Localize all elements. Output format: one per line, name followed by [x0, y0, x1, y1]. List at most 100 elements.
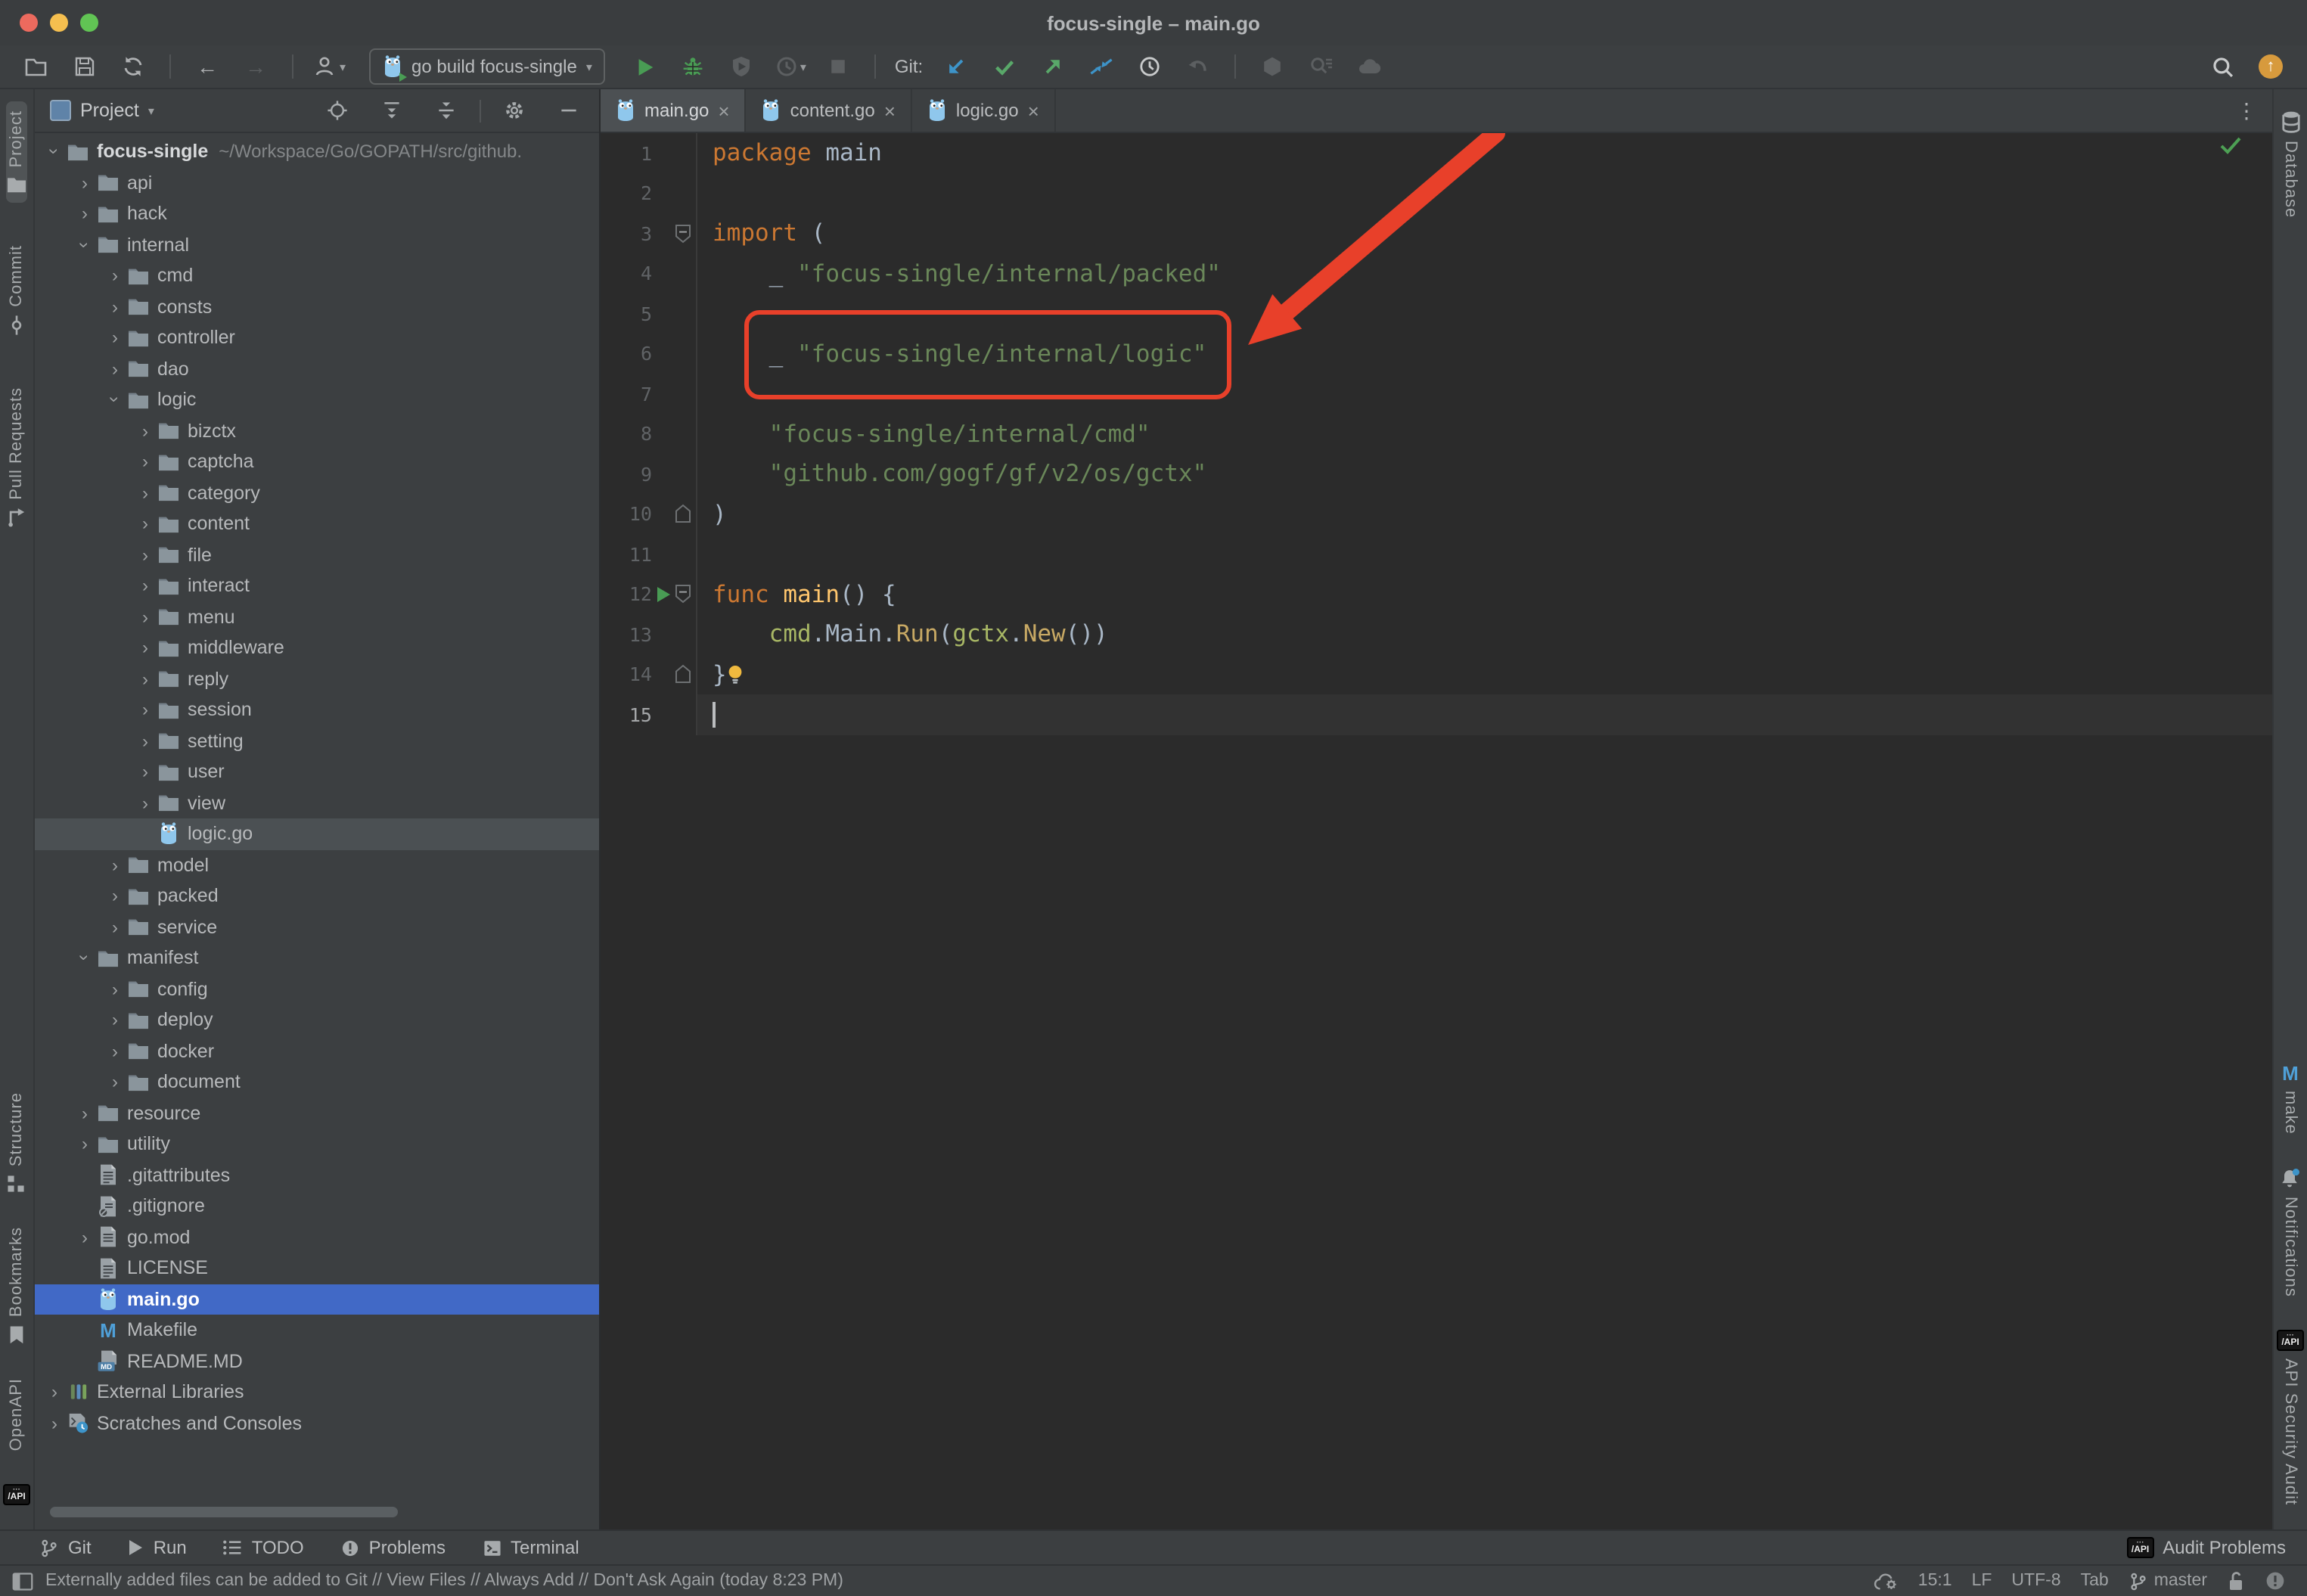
tree-item-resource[interactable]: ›resource [35, 1098, 599, 1129]
tool-bookmarks[interactable]: Bookmarks [8, 1219, 26, 1354]
chevron-right-icon[interactable]: › [74, 1104, 95, 1122]
chevron-right-icon[interactable]: › [104, 918, 126, 936]
close-icon[interactable]: × [884, 101, 896, 120]
code-editor[interactable]: 1package main23import (4 _ "focus-single… [601, 133, 2272, 1529]
code-inspection-button[interactable] [1299, 50, 1342, 83]
chevron-right-icon[interactable]: › [135, 732, 156, 750]
chevron-right-icon[interactable]: › [74, 205, 95, 223]
run-button[interactable] [624, 50, 666, 83]
tree-item-external-libraries[interactable]: ›External Libraries [35, 1377, 599, 1408]
tool-notifications[interactable]: Notifications [2279, 1158, 2302, 1306]
chevron-right-icon[interactable]: › [104, 980, 126, 998]
tree-item-view[interactable]: ›view [35, 787, 599, 818]
tree-item-document[interactable]: ›document [35, 1067, 599, 1098]
tool-git[interactable]: Git [39, 1537, 92, 1558]
tree-item-captcha[interactable]: ›captcha [35, 446, 599, 477]
git-branch[interactable]: master [2128, 1571, 2207, 1591]
tree-item-internal[interactable]: ›internal [35, 229, 599, 260]
merge-button[interactable] [1080, 50, 1122, 83]
tool-api-security-audit[interactable]: ···/APIAPI Security Audit [2277, 1321, 2303, 1514]
tree-item-go.mod[interactable]: ›go.mod [35, 1222, 599, 1253]
history-button[interactable] [1129, 50, 1171, 83]
tool-problems[interactable]: Problems [340, 1537, 446, 1558]
chevron-right-icon[interactable]: › [104, 298, 126, 316]
tree-item-utility[interactable]: ›utility [35, 1129, 599, 1160]
chevron-right-icon[interactable]: › [135, 701, 156, 719]
ide-update-badge-button[interactable]: ↑ [2250, 50, 2292, 83]
status-message[interactable]: Externally added files can be added to G… [45, 1572, 843, 1590]
tree-item-controller[interactable]: ›controller [35, 322, 599, 353]
chevron-right-icon[interactable]: › [104, 887, 126, 905]
tool-terminal[interactable]: Terminal [482, 1537, 579, 1558]
chevron-right-icon[interactable]: › [44, 1414, 65, 1433]
tree-item-makefile[interactable]: MMakefile [35, 1315, 599, 1346]
chevron-down-icon[interactable]: › [45, 141, 64, 163]
chevron-down-icon[interactable]: › [76, 948, 94, 969]
chevron-right-icon[interactable]: › [135, 453, 156, 471]
debug-button[interactable] [672, 50, 715, 83]
tab-main-go[interactable]: main.go× [601, 89, 747, 132]
tree-item-packed[interactable]: ›packed [35, 880, 599, 911]
tree-item-service[interactable]: ›service [35, 911, 599, 942]
caret-position[interactable]: 15:1 [1918, 1572, 1952, 1590]
tree-item-category[interactable]: ›category [35, 477, 599, 508]
open-project-button[interactable] [15, 50, 57, 83]
notifications-icon[interactable] [2265, 1570, 2286, 1591]
tree-item-main.go[interactable]: main.go [35, 1284, 599, 1315]
indent-style[interactable]: Tab [2081, 1572, 2109, 1590]
chevron-right-icon[interactable]: › [135, 608, 156, 626]
tool-run[interactable]: Run [128, 1537, 187, 1558]
search-everywhere-button[interactable] [2201, 50, 2243, 83]
tab-logic-go[interactable]: logic.go× [912, 89, 1056, 132]
stop-button[interactable] [818, 50, 860, 83]
chevron-right-icon[interactable]: › [104, 1011, 126, 1029]
chevron-right-icon[interactable]: › [74, 174, 95, 192]
tool-database[interactable]: Database [2281, 101, 2300, 227]
tree-item-manifest[interactable]: ›manifest [35, 942, 599, 973]
tree-item-content[interactable]: ›content [35, 508, 599, 539]
chevron-right-icon[interactable]: › [135, 422, 156, 440]
horizontal-scrollbar[interactable] [50, 1507, 398, 1517]
tree-item-api[interactable]: ›api [35, 167, 599, 198]
cloud-settings-icon[interactable] [1873, 1571, 1899, 1591]
panel-settings-button[interactable] [493, 94, 536, 127]
update-project-button[interactable] [935, 50, 977, 83]
close-icon[interactable]: × [1028, 101, 1039, 120]
tree-item-logic[interactable]: ›logic [35, 384, 599, 415]
commit-button[interactable] [983, 50, 1026, 83]
writable-lock-icon[interactable] [2227, 1570, 2245, 1591]
chevron-down-icon[interactable]: › [106, 390, 124, 411]
tree-item-deploy[interactable]: ›deploy [35, 1004, 599, 1036]
tree-item-docker[interactable]: ›docker [35, 1036, 599, 1067]
tool-openapi[interactable]: OpenAPI [8, 1369, 26, 1460]
chevron-right-icon[interactable]: › [44, 1383, 65, 1402]
profiler-button[interactable]: ▾ [769, 50, 812, 83]
run-with-coverage-button[interactable] [721, 50, 763, 83]
tree-item-setting[interactable]: ›setting [35, 725, 599, 756]
tab-content-go[interactable]: content.go× [747, 89, 912, 132]
chevron-right-icon[interactable]: › [74, 1228, 95, 1247]
chevron-down-icon[interactable]: › [76, 234, 94, 256]
chevron-right-icon[interactable]: › [104, 1042, 126, 1060]
rollback-button[interactable] [1177, 50, 1219, 83]
tree-item-readme.md[interactable]: MDREADME.MD [35, 1346, 599, 1377]
tool-todo[interactable]: TODO [223, 1537, 304, 1558]
tool-commit[interactable]: Commit [6, 236, 27, 345]
tree-item-reply[interactable]: ›reply [35, 663, 599, 694]
chevron-right-icon[interactable]: › [104, 1073, 126, 1091]
tree-item-user[interactable]: ›user [35, 756, 599, 787]
collapse-all-button[interactable] [425, 94, 467, 127]
tool-pull-requests[interactable]: Pull Requests [6, 377, 27, 537]
run-configuration-selector[interactable]: go build focus-single▾ [369, 48, 606, 85]
tree-item-model[interactable]: ›model [35, 849, 599, 880]
tree-item-consts[interactable]: ›consts [35, 291, 599, 322]
synchronize-button[interactable] [112, 50, 154, 83]
line-ending[interactable]: LF [1972, 1572, 1992, 1590]
close-icon[interactable]: × [718, 101, 729, 120]
tree-item-cmd[interactable]: ›cmd [35, 260, 599, 291]
chevron-right-icon[interactable]: › [135, 484, 156, 502]
chevron-right-icon[interactable]: › [135, 639, 156, 657]
chevron-right-icon[interactable]: › [104, 267, 126, 285]
tool-make[interactable]: Mmake [2281, 1054, 2299, 1143]
tree-item-middleware[interactable]: ›middleware [35, 632, 599, 663]
